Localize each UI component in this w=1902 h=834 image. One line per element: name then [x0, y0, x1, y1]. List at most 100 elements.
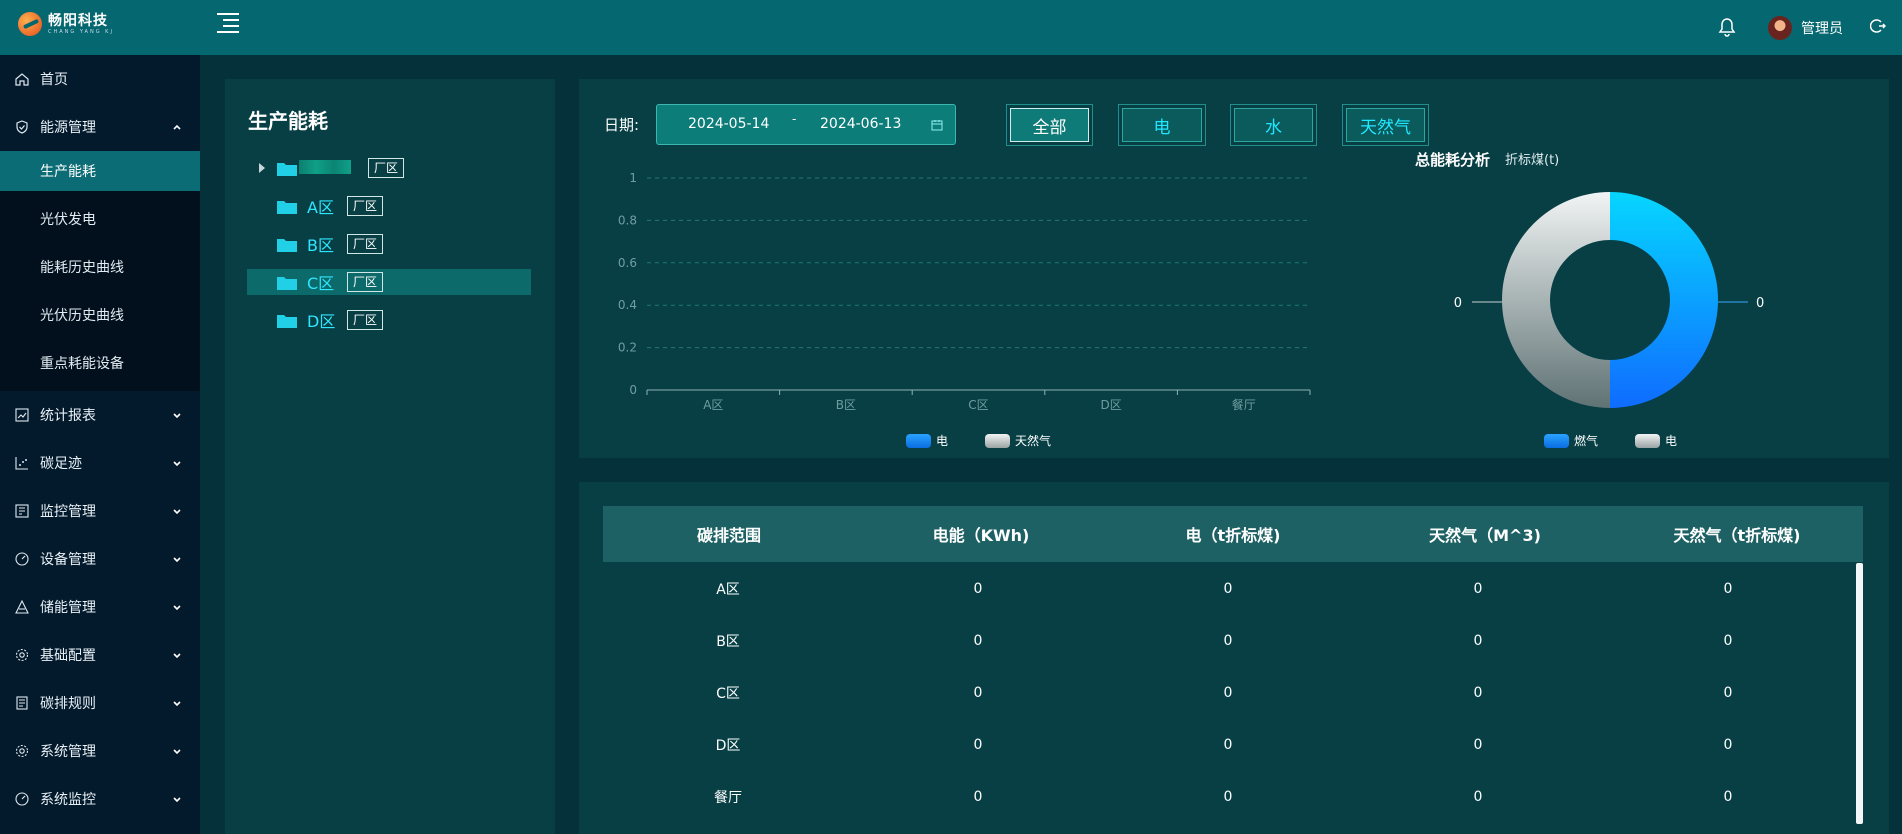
table-header: 碳排范围 电能（KWh) 电（t折标煤) 天然气（M^3) 天然气（t折标煤): [603, 506, 1863, 562]
column-header: 电（t折标煤): [1185, 526, 1281, 545]
donut-legend-electricity[interactable]: 电: [1635, 432, 1677, 449]
submenu-item-production[interactable]: 生产能耗: [0, 151, 200, 191]
sidebar-item-energy[interactable]: 能源管理: [0, 103, 200, 151]
table-cell: 0: [973, 633, 983, 649]
submenu-item-pv-history[interactable]: 光伏历史曲线: [0, 295, 200, 335]
sidebar-item-monitoring[interactable]: 监控管理: [0, 487, 200, 535]
sidebar-item-system-admin[interactable]: 系统管理: [0, 727, 200, 775]
logo: 畅阳科技 CHANG YANG KJ: [18, 12, 114, 36]
table-cell: 0: [1223, 789, 1233, 805]
start-date-input[interactable]: 2024-05-14: [688, 116, 769, 132]
table-cell: 0: [1723, 789, 1733, 805]
donut-left-value: 0: [1454, 296, 1462, 311]
chevron-down-icon: [173, 653, 181, 659]
chevron-down-icon: [173, 557, 181, 563]
legend-item-gas[interactable]: 天然气: [985, 432, 1051, 449]
logo-subtext: CHANG YANG KJ: [48, 28, 114, 35]
end-date-input[interactable]: 2024-06-13: [820, 116, 901, 132]
table-cell: 0: [1223, 633, 1233, 649]
submenu-item-pv[interactable]: 光伏发电: [0, 199, 200, 239]
sidebar-item-base-config[interactable]: 基础配置: [0, 631, 200, 679]
shield-icon: [16, 120, 28, 134]
table-scrollbar[interactable]: [1856, 563, 1863, 824]
y-tick-label: 0.6: [618, 256, 637, 270]
sidebar-item-storage[interactable]: 储能管理: [0, 583, 200, 631]
bar-chart: 0 0.2 0.4 0.6 0.8 1 A区 B区 C区 D区 餐厅: [618, 171, 1311, 412]
avatar[interactable]: [1768, 16, 1792, 40]
sidebar-item-system-monitor[interactable]: 系统监控: [0, 775, 200, 823]
folder-icon: [277, 200, 297, 214]
scatter-icon: [15, 457, 28, 470]
y-tick-label: 1: [629, 171, 637, 185]
tree-node-root[interactable]: 厂区: [247, 155, 531, 181]
sidebar-item-label: 监控管理: [40, 504, 96, 520]
zone-tag: 厂区: [368, 158, 405, 178]
calendar-icon[interactable]: [931, 119, 943, 131]
donut-chart: 0 0: [1454, 192, 1764, 408]
document-icon: [16, 696, 28, 710]
sidebar-item-label: 能源管理: [40, 120, 96, 136]
x-tick-label: B区: [836, 398, 856, 412]
tree-node-label: D区: [307, 312, 336, 331]
y-tick-label: 0: [629, 383, 637, 397]
gear-icon: [15, 648, 29, 662]
tree-node-b[interactable]: B区 厂区: [247, 231, 531, 257]
filter-gas-button[interactable]: 天然气: [1342, 104, 1429, 146]
menu-toggle-icon[interactable]: [217, 13, 239, 33]
folder-icon: [277, 276, 297, 290]
sidebar-item-home[interactable]: 首页: [0, 55, 200, 103]
table-cell: 0: [1223, 685, 1233, 701]
sidebar-item-carbon-footprint[interactable]: 碳足迹: [0, 439, 200, 487]
sidebar-item-reports[interactable]: 统计报表: [0, 391, 200, 439]
table-cell: B区: [716, 634, 740, 650]
user-name[interactable]: 管理员: [1801, 18, 1843, 38]
filter-electricity-button[interactable]: 电: [1118, 104, 1206, 146]
submenu-item-key-devices[interactable]: 重点耗能设备: [0, 343, 200, 383]
legend-swatch: [1635, 433, 1660, 448]
donut-legend-gas[interactable]: 燃气: [1544, 432, 1598, 449]
sidebar-item-label: 碳排规则: [40, 696, 96, 712]
zone-tag: 厂区: [347, 234, 384, 254]
sidebar-item-label: 系统监控: [40, 792, 96, 808]
tree-node-a[interactable]: A区 厂区: [247, 193, 531, 219]
tree-node-d[interactable]: D区 厂区: [247, 307, 531, 333]
line-chart-icon: [15, 408, 29, 422]
sidebar-item-devices[interactable]: 设备管理: [0, 535, 200, 583]
column-header: 碳排范围: [696, 526, 761, 545]
zone-tag: 厂区: [347, 272, 384, 292]
column-header: 天然气（M^3): [1429, 526, 1541, 545]
date-label: 日期:: [604, 116, 640, 134]
legend-label: 燃气: [1574, 434, 1599, 448]
chevron-down-icon: [173, 509, 181, 515]
table-cell: 0: [1723, 685, 1733, 701]
y-tick-label: 0.8: [618, 213, 637, 227]
table-cell: 0: [1723, 581, 1733, 597]
sidebar-item-label: 储能管理: [40, 600, 96, 616]
chevron-down-icon: [173, 797, 181, 803]
submenu-item-energy-history[interactable]: 能耗历史曲线: [0, 247, 200, 287]
caret-right-icon[interactable]: [259, 163, 265, 173]
table-cell: 0: [1723, 633, 1733, 649]
table-cell: 0: [1223, 581, 1233, 597]
zone-tag: 厂区: [347, 196, 384, 216]
tree-node-c[interactable]: C区 厂区: [247, 269, 531, 295]
donut-slice-gas[interactable]: [1610, 192, 1718, 408]
table-cell: 0: [1473, 737, 1483, 753]
logout-icon[interactable]: [1870, 18, 1886, 34]
chevron-down-icon: [173, 461, 181, 467]
sidebar-item-carbon-rules[interactable]: 碳排规则: [0, 679, 200, 727]
x-tick-label: 餐厅: [1232, 397, 1256, 412]
folder-icon: [277, 238, 297, 252]
filter-water-button[interactable]: 水: [1230, 104, 1317, 146]
legend-swatch: [906, 433, 931, 448]
folder-icon: [277, 314, 297, 328]
filter-all-button[interactable]: 全部: [1006, 104, 1093, 146]
date-range-picker[interactable]: 2024-05-14 - 2024-06-13: [656, 104, 956, 145]
legend-item-electricity[interactable]: 电: [906, 432, 948, 449]
chevron-down-icon: [173, 605, 181, 611]
chevron-down-icon: [173, 701, 181, 707]
table-row: D区 0 0 0 0: [603, 719, 1853, 771]
bell-icon[interactable]: [1718, 17, 1736, 37]
donut-slice-electricity[interactable]: [1502, 192, 1610, 408]
table-cell: 0: [973, 685, 983, 701]
